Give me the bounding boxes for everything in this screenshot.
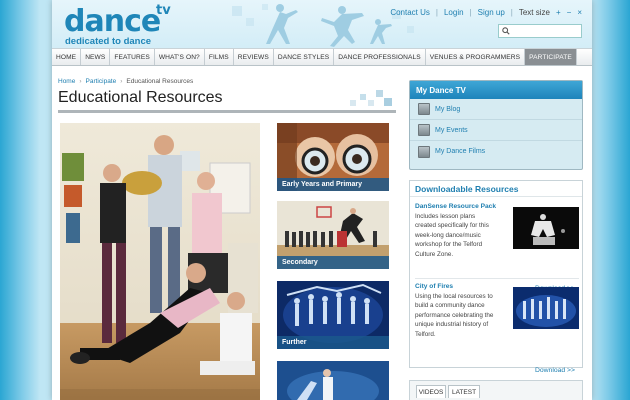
films-icon: [418, 145, 430, 158]
events-icon: [418, 124, 430, 136]
nav-item-features[interactable]: FEATURES: [110, 49, 155, 65]
my-blog-label: My Blog: [435, 105, 461, 113]
thumb-fourth[interactable]: [277, 361, 389, 400]
nav-item-dance-professionals[interactable]: DANCE PROFESSIONALS: [334, 49, 426, 65]
nav-item-news[interactable]: NEWS: [81, 49, 111, 65]
tab-latest[interactable]: LATEST: [448, 385, 480, 398]
resource-item: City of Fires Using the local resources …: [415, 283, 579, 374]
dance-performance-photo: [277, 361, 389, 400]
nav-item-participate[interactable]: PARTICIPATE: [525, 49, 577, 65]
search-box: [498, 24, 582, 38]
resource-thumbnail[interactable]: [513, 207, 579, 249]
my-events-label: My Events: [435, 126, 468, 134]
search-icon[interactable]: [502, 26, 510, 36]
my-dance-tv-panel: My Dance TV My Blog My Events My Dance F…: [409, 80, 583, 170]
nav-item-reviews[interactable]: REVIEWS: [234, 49, 274, 65]
dancers-classroom-photo: [60, 123, 260, 400]
link-separator: |: [469, 8, 472, 17]
my-dance-films-link[interactable]: My Dance Films: [410, 141, 582, 162]
nav-item-home[interactable]: HOME: [52, 49, 82, 65]
thumb-secondary[interactable]: Secondary: [277, 201, 389, 269]
breadcrumb-separator: ›: [120, 78, 123, 85]
downloadable-resources-panel: Downloadable Resources DanSense Resource…: [409, 180, 583, 374]
thumb-further[interactable]: Further: [277, 281, 389, 349]
breadcrumb-separator: ›: [79, 78, 82, 85]
title-decoration-squares: [350, 90, 392, 106]
thumb-label: Further: [277, 336, 389, 349]
text-size-label: Text size: [518, 8, 550, 17]
blog-icon: [418, 103, 430, 115]
text-size-increase-button[interactable]: +: [556, 8, 561, 17]
login-link[interactable]: Login: [444, 8, 464, 17]
search-input[interactable]: [513, 26, 581, 36]
resource-divider: [415, 278, 579, 279]
site-logo-tv[interactable]: tv: [156, 3, 171, 18]
text-size-reset-button[interactable]: ×: [577, 8, 582, 17]
text-size-decrease-button[interactable]: −: [567, 8, 572, 17]
tab-videos[interactable]: VIDEOS: [416, 385, 446, 398]
thumb-label: Secondary: [277, 256, 389, 269]
link-separator: |: [510, 8, 513, 17]
my-events-link[interactable]: My Events: [410, 120, 582, 141]
media-tabs: VIDEOS LATEST: [409, 380, 583, 400]
download-link[interactable]: Download >>: [535, 367, 575, 374]
site-tagline: dedicated to dance: [65, 36, 152, 47]
title-divider: [58, 110, 396, 113]
site-logo[interactable]: dance: [64, 4, 161, 39]
main-nav: HOME NEWS FEATURES WHAT'S ON? FILMS REVI…: [52, 48, 592, 66]
nav-item-whats-on[interactable]: WHAT'S ON?: [155, 49, 205, 65]
my-dance-films-label: My Dance Films: [435, 148, 486, 155]
my-dance-tv-title: My Dance TV: [410, 81, 582, 99]
thumb-label: Early Years and Primary: [277, 178, 389, 191]
page-title: Educational Resources: [58, 89, 223, 106]
nav-item-films[interactable]: FILMS: [205, 49, 234, 65]
resource-description: Includes lesson plans created specifical…: [415, 213, 489, 258]
breadcrumb-home[interactable]: Home: [58, 78, 75, 85]
link-separator: |: [435, 8, 438, 17]
page: dance tv dedicated to dance Contact Us |…: [52, 0, 592, 400]
nav-item-venues-programmers[interactable]: VENUES & PROGRAMMERS: [426, 49, 526, 65]
breadcrumb: Home › Participate › Educational Resourc…: [58, 78, 193, 85]
downloadable-resources-title: Downloadable Resources: [410, 181, 582, 197]
breadcrumb-current: Educational Resources: [126, 78, 194, 85]
resource-item: DanSense Resource Pack Includes lesson p…: [415, 203, 579, 292]
header-utility-links: Contact Us | Login | Sign up | Text size…: [390, 8, 582, 17]
contact-us-link[interactable]: Contact Us: [390, 8, 430, 17]
site-header: dance tv dedicated to dance Contact Us |…: [52, 0, 592, 48]
nav-item-dance-styles[interactable]: DANCE STYLES: [274, 49, 335, 65]
resource-thumbnail[interactable]: [513, 287, 579, 329]
my-blog-link[interactable]: My Blog: [410, 99, 582, 120]
main-feature-photo: [60, 123, 260, 400]
signup-link[interactable]: Sign up: [478, 8, 505, 17]
thumb-early-years-primary[interactable]: Early Years and Primary: [277, 123, 389, 191]
resource-description: Using the local resources to build a com…: [415, 293, 494, 338]
breadcrumb-participate[interactable]: Participate: [86, 78, 117, 85]
